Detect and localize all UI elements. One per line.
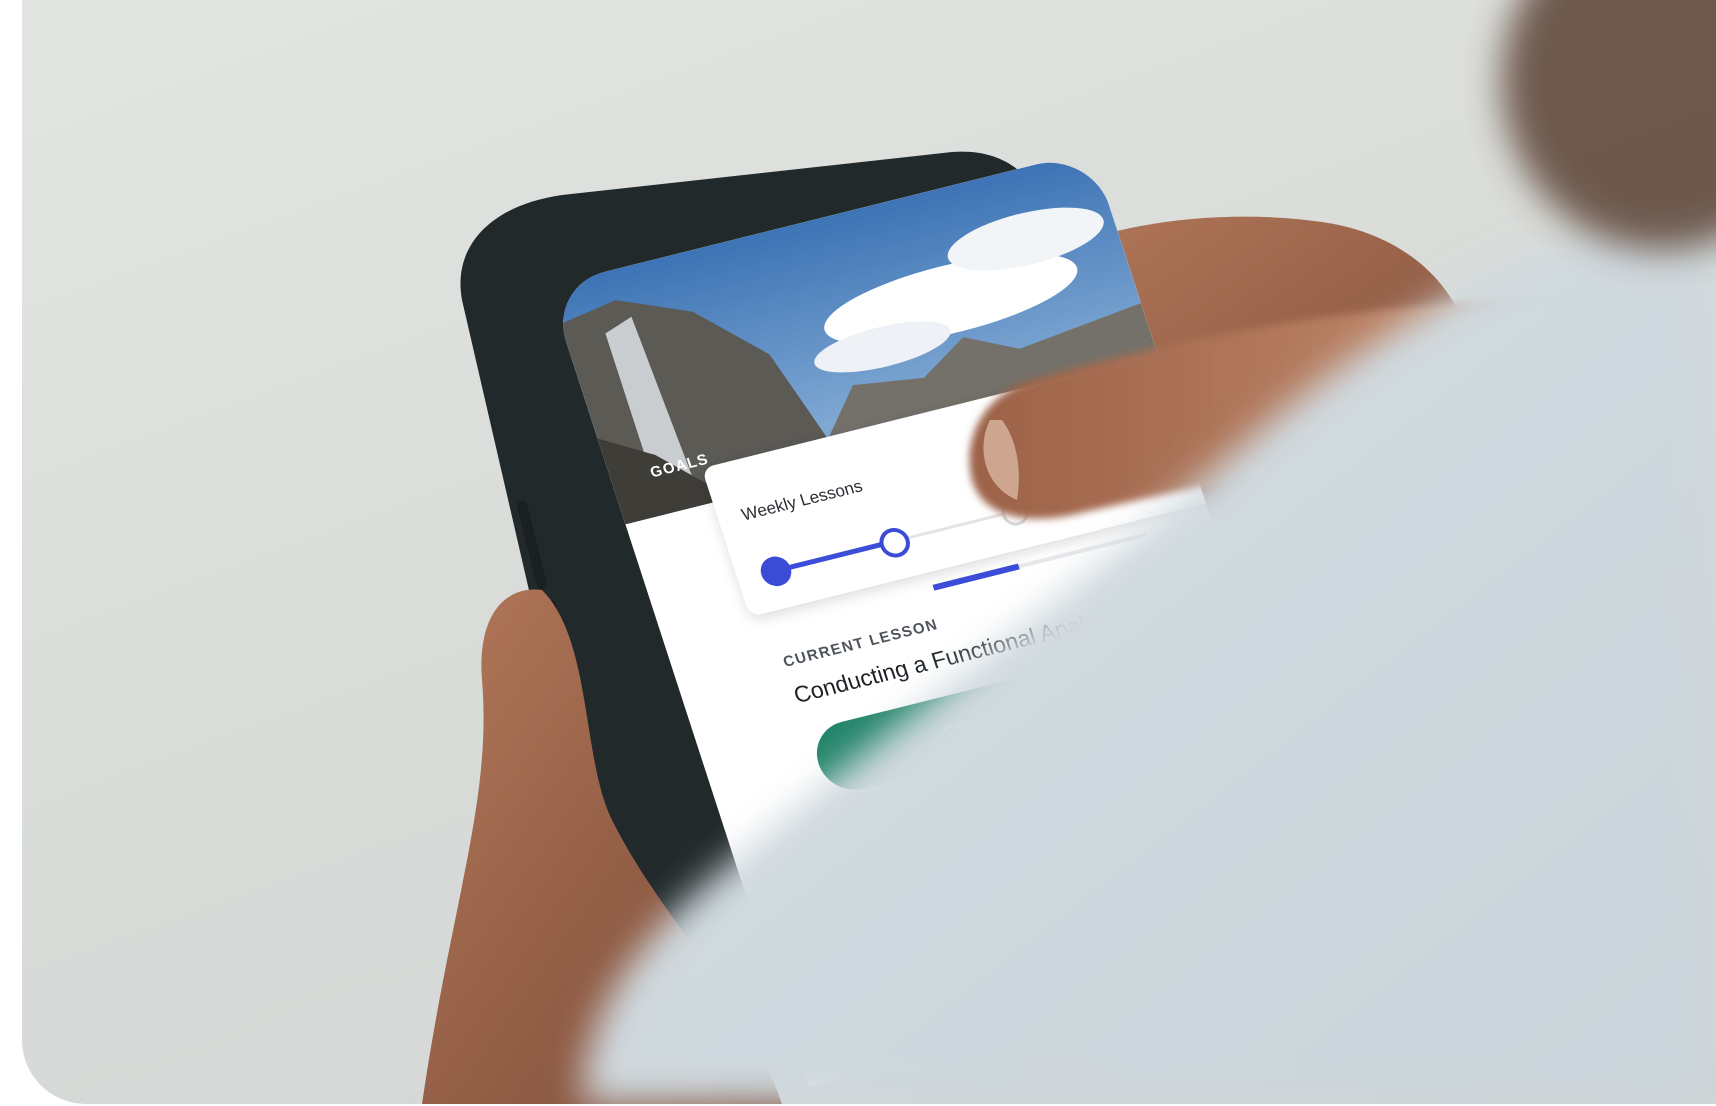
- track-section-label: TRACK YOUR: [862, 838, 983, 884]
- track-section-subtitle: Reco: [872, 888, 917, 916]
- goal-title: Weekly Lessons: [739, 476, 865, 525]
- days-left-text: 5 days left: [1100, 363, 1177, 398]
- goal-step-upcoming: [998, 497, 1032, 529]
- goal-step-completed: [756, 553, 796, 590]
- goal-step-current: [875, 524, 914, 561]
- photo-scene: GOALS 5 days left Weekly Lessons CURRENT…: [22, 0, 1716, 1104]
